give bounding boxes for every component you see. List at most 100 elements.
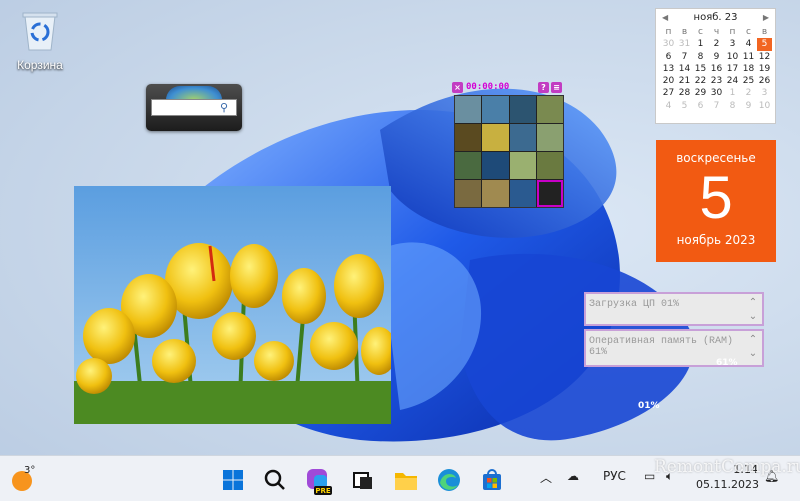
puzzle-tile[interactable] [509,96,536,123]
calendar-day[interactable]: 2 [741,87,756,99]
calendar-month-title: нояб. 23 [693,12,738,23]
store-button[interactable] [475,463,509,497]
date-gadget: воскресенье 5 ноябрь 2023 [656,140,776,262]
puzzle-tile[interactable] [536,96,563,123]
calendar-weekday: п [729,27,736,37]
calendar-day[interactable]: 24 [725,75,740,87]
puzzle-tile[interactable] [509,124,536,151]
puzzle-tile[interactable] [455,124,482,151]
copilot-pre-button[interactable]: PRE [300,463,334,497]
puzzle-menu-button[interactable]: ≡ [551,82,562,93]
calendar-day[interactable]: 10 [725,51,740,63]
calendar-day[interactable]: 17 [725,63,740,75]
calendar-weekday: с [698,27,703,37]
calendar-day[interactable]: 1 [693,38,708,50]
calendar-day[interactable]: 15 [693,63,708,75]
puzzle-tile[interactable] [482,124,509,151]
file-explorer-button[interactable] [389,463,423,497]
calendar-day[interactable]: 8 [693,51,708,63]
slideshow-photo[interactable] [74,186,391,424]
watermark: RemontCompa.ru [654,457,800,477]
calendar-day[interactable]: 12 [757,51,772,63]
calendar-day[interactable]: 7 [677,51,692,63]
calendar-day[interactable]: 20 [661,75,676,87]
calendar-weekday: с [746,27,751,37]
calendar-day[interactable]: 5 [677,100,692,112]
puzzle-tile[interactable] [509,152,536,179]
calendar-day[interactable]: 10 [757,100,772,112]
calendar-day[interactable]: 11 [741,51,756,63]
calendar-day[interactable]: 8 [725,100,740,112]
puzzle-tile[interactable] [482,152,509,179]
calendar-day[interactable]: 4 [741,38,756,50]
calendar-day[interactable]: 3 [757,87,772,99]
calendar-weekday: в [761,27,768,37]
date-month-year: ноябрь 2023 [676,233,756,247]
puzzle-tile[interactable] [482,180,509,207]
date-weekday: воскресенье [676,151,756,165]
onedrive-cloud-icon[interactable]: ☁ [567,469,579,483]
puzzle-grid [454,95,564,208]
clock-date: 05.11.2023 [696,478,759,491]
date-day: 5 [699,164,733,231]
puzzle-tile[interactable] [455,180,482,207]
cpu-label: Загрузка ЦП 01% [589,299,680,310]
calendar-day[interactable]: 1 [725,87,740,99]
next-month-icon[interactable]: ▶ [763,9,769,26]
puzzle-tile[interactable] [482,96,509,123]
calendar-day[interactable]: 5 [757,38,772,51]
calendar-day[interactable]: 2 [709,38,724,50]
calendar-day[interactable]: 14 [677,63,692,75]
calendar-day[interactable]: 3 [725,38,740,50]
puzzle-help-button[interactable]: ? [538,82,549,93]
recycle-bin-icon[interactable]: Корзина [10,8,70,72]
calendar-day[interactable]: 30 [661,38,676,50]
puzzle-gadget[interactable]: × 00:00:00 ? ≡ [452,81,564,209]
puzzle-empty-slot[interactable] [536,180,563,207]
puzzle-tile[interactable] [536,152,563,179]
puzzle-tile[interactable] [455,96,482,123]
puzzle-close-icon[interactable]: × [452,82,463,93]
calendar-day[interactable]: 23 [709,75,724,87]
calendar-day[interactable]: 22 [693,75,708,87]
puzzle-tile[interactable] [455,152,482,179]
ram-scroll-icon[interactable]: ⌃ ⌄ [746,333,760,361]
calendar-day[interactable]: 25 [741,75,756,87]
calendar-day[interactable]: 30 [709,87,724,99]
calendar-day[interactable]: 13 [661,63,676,75]
store-icon [483,469,501,490]
calendar-day[interactable]: 18 [741,63,756,75]
search-input[interactable]: ⚲ [151,99,237,116]
puzzle-tile[interactable] [509,180,536,207]
cpu-scroll-icon[interactable]: ⌃ ⌄ [746,296,760,324]
language-indicator[interactable]: РУС [603,469,626,483]
calendar-day[interactable]: 16 [709,63,724,75]
calendar-day[interactable]: 6 [693,100,708,112]
calendar-day[interactable]: 4 [661,100,676,112]
puzzle-tile[interactable] [536,124,563,151]
calendar-day[interactable]: 31 [677,38,692,50]
prev-month-icon[interactable]: ◀ [662,9,668,26]
calendar-day[interactable]: 7 [709,100,724,112]
folder-icon [395,473,417,490]
chevron-up-icon[interactable]: ︿ [540,469,552,486]
start-button[interactable] [216,463,250,497]
search-button[interactable] [258,463,292,497]
weather-widget[interactable]: 3° [10,465,36,493]
edge-button[interactable] [432,463,466,497]
calendar-day[interactable]: 19 [757,63,772,75]
search-icon[interactable]: ⚲ [220,101,234,114]
calendar-day[interactable]: 21 [677,75,692,87]
task-view-button[interactable] [346,463,380,497]
svg-text:PRE: PRE [315,487,331,495]
ram-percent: 61% [716,358,738,368]
calendar-day[interactable]: 9 [709,51,724,63]
task-view-icon [353,472,372,489]
calendar-day[interactable]: 6 [661,51,676,63]
calendar-day[interactable]: 9 [741,100,756,112]
calendar-day[interactable]: 28 [677,87,692,99]
calendar-days-grid: п в с ч п с в 30 31 1 2 3 4 5 6 7 8 9 10 11 12 13 14 15 16 17 18 19… [656,26,775,112]
calendar-day[interactable]: 27 [661,87,676,99]
calendar-day[interactable]: 26 [757,75,772,87]
calendar-day[interactable]: 29 [693,87,708,99]
